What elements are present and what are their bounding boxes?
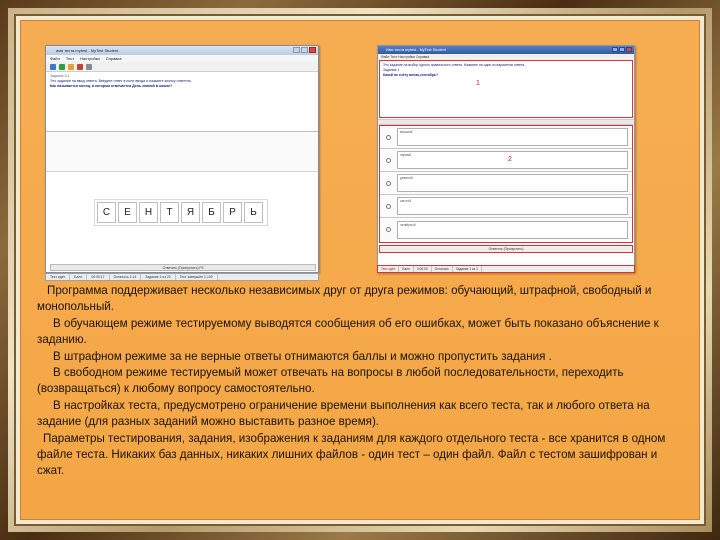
screenshot-single-choice: Имя теста.mytest - MyTest Student Файл Т… [377,45,635,273]
paragraph-free-mode: В свободном режиме тестируемый может отв… [37,366,624,396]
paragraph-penalty-mode: В штрафном режиме за не верные ответы от… [53,349,552,363]
s1-maximize-icon[interactable] [301,47,308,53]
s2-option-text: шестой [397,197,628,215]
letter-cell[interactable]: Н [139,202,158,223]
callout-number-1: 1 [476,80,480,87]
radio-icon[interactable] [386,180,391,186]
description-text: Программа поддерживает несколько независ… [37,283,687,480]
s1-pause-icon[interactable] [68,64,74,70]
paragraph-modes: Программа поддерживает несколько независ… [37,284,652,314]
s2-close-icon[interactable] [626,47,632,52]
s1-start-icon[interactable] [59,64,65,70]
s1-status-item: Тест идёт [46,274,71,280]
s1-menubar: Файл Тест Настройки Справка [46,55,318,62]
letter-cell[interactable]: Я [181,202,200,223]
s2-statusbar: Тест идёт Балл 0:00:00 Осталось Задание … [377,265,635,273]
s2-option-row[interactable]: девятый [380,172,632,195]
s2-option-row[interactable]: четвёртый [380,218,632,241]
s1-answer-button-label: Ответить (Пропустить) F9 [162,266,204,270]
radio-icon[interactable] [386,134,391,140]
screenshot-input-answer: имя теста.mytest - MyTest Student Файл Т… [45,45,319,273]
s1-minimize-icon[interactable] [293,47,300,53]
s1-letter-input[interactable]: С Е Н Т Я Б Р Ь [94,199,268,226]
s1-statusbar: Тест идёт Балл 00:00:17 Осталось 1:14 За… [45,273,319,281]
letter-cell[interactable]: С [97,202,116,223]
s2-option-text: восьмой [397,128,628,146]
s1-window-controls [293,47,316,53]
letter-cell[interactable]: Т [160,202,179,223]
s2-maximize-icon[interactable] [619,47,625,52]
s1-window-titlebar: имя теста.mytest - MyTest Student [46,46,318,55]
s1-status-item: Балл [70,274,88,280]
s1-toolbar [46,62,318,72]
paragraph-test-file: Параметры тестирования, задания, изображ… [37,431,666,478]
s1-stop-icon[interactable] [77,64,83,70]
s2-option-text: девятый [397,174,628,192]
s1-settings-icon[interactable] [86,64,92,70]
s2-option-row[interactable]: восьмой [380,126,632,149]
s1-window-title: имя теста.mytest - MyTest Student [56,48,119,53]
s2-status-item: Тест идёт [378,266,400,272]
s1-status-item: Тест завершён 1-100 [176,274,218,280]
letter-cell[interactable]: Ь [244,202,263,223]
s1-blank-area [46,132,318,172]
s2-status-item: Балл [399,266,414,272]
s2-status-item: 0:00:00 [414,266,432,272]
s2-options-panel: восьмой первый девятый шестой четвёртый … [379,125,633,243]
s1-menu-settings[interactable]: Настройки [80,55,100,62]
s2-answer-button[interactable]: Ответить (Пропустить) [379,245,633,253]
s1-menu-help[interactable]: Справка [106,55,122,62]
s2-option-row[interactable]: первый [380,149,632,172]
s2-option-row[interactable]: шестой [380,195,632,218]
s2-question-panel: Это задание на выбор одного правильного … [379,60,633,118]
radio-icon[interactable] [386,203,391,209]
s1-status-item: Осталось 1:14 [110,274,142,280]
slide-canvas: имя теста.mytest - MyTest Student Файл Т… [20,20,700,520]
radio-icon[interactable] [386,157,391,163]
s2-status-item: Задание 1 из 1 [453,266,482,272]
s1-menu-test[interactable]: Тест [66,55,74,62]
s1-status-item: 00:00:17 [87,274,110,280]
s1-question-panel: Задание 1/1 Это задание на ввод ответа. … [46,72,318,132]
s1-answer-button[interactable]: Ответить (Пропустить) F9 [50,264,316,271]
radio-icon[interactable] [386,227,391,232]
s1-close-icon[interactable] [309,47,316,53]
s2-window-titlebar: Имя теста.mytest - MyTest Student [378,46,634,54]
s2-minimize-icon[interactable] [612,47,618,52]
paragraph-time-limit: В настройках теста, предусмотрено ограни… [37,398,650,429]
paragraph-learning-mode: В обучающем режиме тестируемому выводятс… [37,316,659,347]
s2-option-text: первый [397,151,628,169]
s1-question-prompt: Как называется месяц, в котором отмечает… [50,84,173,88]
s2-window-title: Имя теста.mytest - MyTest Student [386,48,446,52]
s1-status-item: Задание 1 из 20 [141,274,176,280]
letter-cell[interactable]: Е [118,202,137,223]
s1-menu-file[interactable]: Файл [50,55,60,62]
s2-question-prompt: Какой по счёту месяц сентябрь? [383,73,439,77]
callout-number-2: 2 [508,156,512,163]
letter-cell[interactable]: Б [202,202,221,223]
s2-status-item: Осталось [432,266,453,272]
letter-cell[interactable]: Р [223,202,242,223]
s2-option-text: четвёртый [397,220,628,239]
s2-window-controls [612,47,632,52]
s1-open-icon[interactable] [50,64,56,70]
